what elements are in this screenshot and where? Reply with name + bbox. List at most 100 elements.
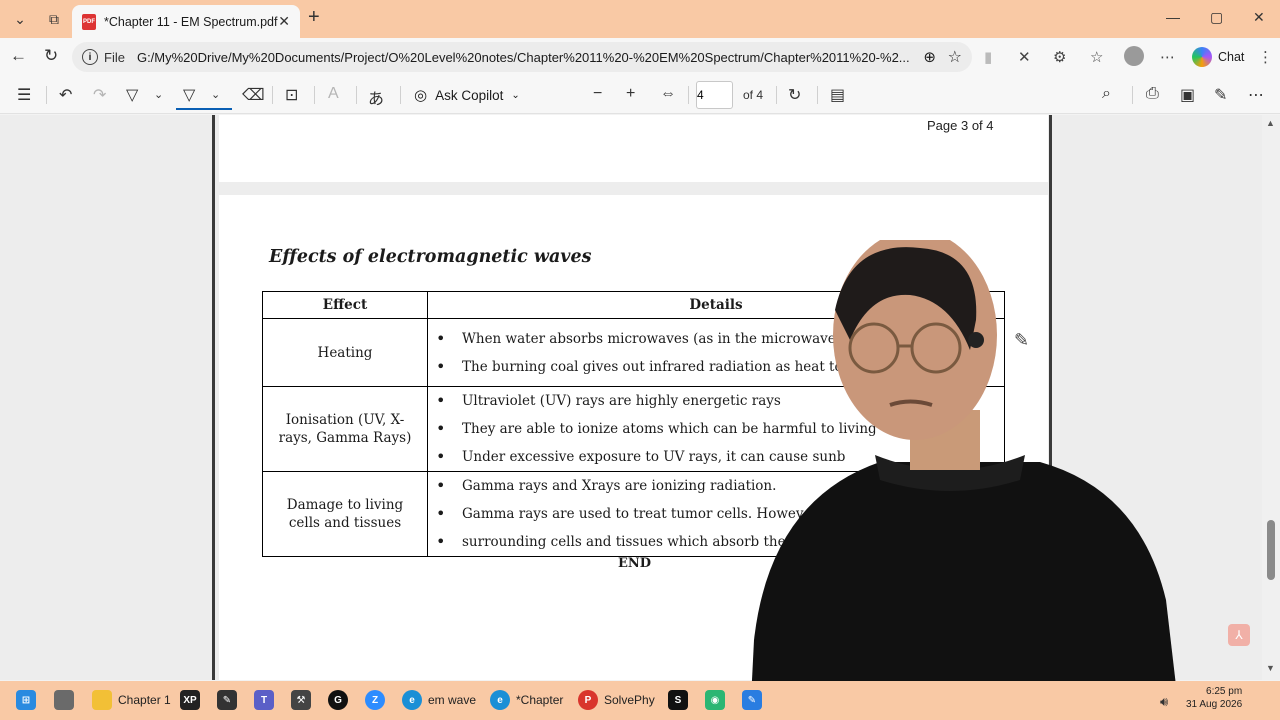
back-icon[interactable]: ← — [10, 46, 27, 66]
contents-icon[interactable]: ☰ — [17, 85, 31, 105]
divider — [272, 86, 273, 104]
tool-icon[interactable]: ⚒ — [291, 689, 317, 711]
divider — [1132, 86, 1133, 104]
taskbar-item-solvephy[interactable]: P SolvePhy — [578, 689, 655, 711]
divider — [776, 86, 777, 104]
app-icon[interactable]: ◉ — [705, 689, 731, 711]
scrollbar-thumb[interactable] — [1267, 520, 1275, 580]
fit-icon[interactable]: ⇔ — [660, 85, 676, 103]
taskbar-label: SolvePhy — [604, 693, 655, 707]
minimize-icon[interactable]: — — [1166, 9, 1180, 25]
divider — [400, 86, 401, 104]
tab-bar: ⌄ ⧉ PDF *Chapter 11 - EM Spectrum.pdf ✕ … — [0, 0, 1280, 38]
divider — [688, 86, 689, 104]
presenter-video — [750, 240, 1180, 720]
ask-copilot-label: Ask Copilot — [435, 87, 504, 103]
task-view-icon[interactable] — [54, 689, 80, 711]
text-box-icon[interactable]: ⊡ — [285, 85, 298, 105]
url-text[interactable]: G:/My%20Drive/My%20Documents/Project/O%2… — [137, 50, 917, 65]
section-heading: Effects of electromagnetic waves — [269, 247, 592, 267]
profile-icon[interactable] — [1124, 46, 1144, 66]
zoom-out-icon[interactable]: − — [593, 85, 602, 103]
redo-icon: ↷ — [93, 87, 107, 104]
pdf-toolbar: ☰ ↶ ↷ ▽ ⌄ ▽ ⌄ ⌫ ⊡ A あ ◎ Ask Copilot ⌄ − … — [0, 76, 1280, 114]
folder-icon — [92, 690, 112, 710]
browser-tab[interactable]: PDF *Chapter 11 - EM Spectrum.pdf ✕ — [72, 5, 300, 38]
taskbar-item-chapter[interactable]: Chapter 1 — [92, 689, 171, 711]
app-icon[interactable]: G — [328, 689, 354, 711]
chevron-down-icon[interactable]: ⌄ — [211, 88, 220, 101]
address-bar[interactable]: i File G:/My%20Drive/My%20Documents/Proj… — [72, 42, 972, 72]
zoom-icon[interactable]: ⊕ — [923, 48, 936, 66]
teams-icon[interactable]: T — [254, 689, 280, 711]
workspaces-icon[interactable]: ⧉ — [40, 7, 68, 31]
print-icon[interactable]: ⎙ — [1146, 85, 1159, 103]
chevron-down-icon: ⌄ — [511, 89, 520, 101]
stats-icon: ▮ — [984, 49, 993, 66]
system-clock[interactable]: 6:25 pm 31 Aug 2026 — [1186, 685, 1242, 711]
volume-icon[interactable]: 🔊︎ — [1160, 694, 1168, 710]
start-icon[interactable]: ⊞ — [16, 689, 42, 711]
divider — [314, 86, 315, 104]
info-icon[interactable]: i — [82, 49, 98, 65]
more-icon[interactable]: ⋯ — [1248, 85, 1264, 105]
close-icon[interactable]: ✕ — [278, 13, 290, 30]
page-edge-left — [212, 115, 215, 680]
close-window-icon[interactable]: ✕ — [1253, 9, 1265, 26]
divider — [356, 86, 357, 104]
more-icon[interactable]: ⋯ — [1160, 48, 1175, 66]
copilot-icon — [1192, 47, 1212, 67]
page-view-icon[interactable]: ▤ — [830, 85, 845, 105]
chat-label: Chat — [1218, 50, 1245, 64]
draw-icon[interactable]: ▽ — [183, 85, 195, 105]
maximize-icon[interactable]: ▢ — [1210, 9, 1223, 26]
chat-button[interactable]: Chat — [1192, 47, 1244, 67]
page-footer: Page 3 of 4 — [927, 118, 994, 133]
search-icon[interactable]: ⌕ — [1102, 85, 1111, 103]
zoom-app-icon[interactable]: Z — [365, 689, 391, 711]
highlight-icon[interactable]: ▽ — [126, 85, 138, 105]
sidebar-more-icon[interactable]: ⋮ — [1258, 48, 1273, 66]
url-scheme: File — [104, 49, 125, 65]
shokz-icon[interactable]: S — [668, 689, 694, 711]
clock-date: 31 Aug 2026 — [1186, 699, 1243, 710]
page-number-input[interactable] — [696, 81, 733, 109]
plus-icon[interactable]: + — [308, 6, 320, 29]
eraser-icon[interactable]: ⌫ — [242, 85, 265, 105]
scrollbar[interactable]: ▲ ▼ — [1262, 115, 1280, 680]
save-as-icon[interactable]: ✎ — [1214, 85, 1227, 105]
pen-app-icon[interactable]: ✎ — [217, 689, 243, 711]
extensions-icon[interactable]: ⚙ — [1053, 48, 1066, 66]
zoom-in-icon[interactable]: + — [626, 85, 635, 103]
taskbar-item-chapter-pdf[interactable]: e *Chapter — [490, 689, 563, 711]
taskbar-item-em-wave[interactable]: e em wave — [402, 689, 476, 711]
divider — [46, 86, 47, 104]
acrobat-icon[interactable]: ⅄ — [1228, 624, 1250, 646]
copilot-icon: ◎ — [414, 87, 428, 104]
address-bar-row: ← ↻ i File G:/My%20Drive/My%20Documents/… — [0, 38, 1280, 76]
xp-pen-icon[interactable]: XP — [180, 689, 206, 711]
scroll-up-icon[interactable]: ▲ — [1266, 118, 1275, 128]
app-icon[interactable]: ✎ — [742, 689, 768, 711]
app-icon: P — [578, 690, 598, 710]
effect-cell: Damage to living cells and tissues — [262, 471, 428, 557]
refresh-icon[interactable]: ↻ — [44, 46, 58, 66]
favorites-icon[interactable]: ☆ — [1090, 48, 1103, 66]
tab-title: *Chapter 11 - EM Spectrum.pdf — [104, 14, 278, 29]
save-icon[interactable]: ▣ — [1180, 85, 1195, 105]
effect-cell: Ionisation (UV, X-rays, Gamma Rays) — [262, 386, 428, 472]
undo-icon[interactable]: ↶ — [59, 85, 72, 105]
scroll-down-icon[interactable]: ▼ — [1266, 663, 1275, 673]
extension-icon[interactable]: ✕ — [1018, 48, 1031, 66]
taskbar-label: em wave — [428, 693, 477, 707]
star-icon[interactable]: ☆ — [948, 47, 962, 67]
read-aloud-icon[interactable]: あ — [368, 85, 384, 109]
chevron-down-icon[interactable]: ⌄ — [154, 88, 163, 101]
rotate-icon[interactable]: ↻ — [788, 85, 801, 105]
earphone — [968, 332, 984, 348]
ask-copilot-button[interactable]: ◎ Ask Copilot ⌄ — [414, 86, 520, 104]
taskbar: ⊞ Chapter 1 XP ✎ T ⚒ G Z e em wave e *Chap… — [0, 681, 1280, 720]
text-icon: A — [328, 85, 339, 102]
tab-actions-icon[interactable]: ⌄ — [6, 7, 34, 31]
pdf-page-3 — [219, 115, 1048, 182]
